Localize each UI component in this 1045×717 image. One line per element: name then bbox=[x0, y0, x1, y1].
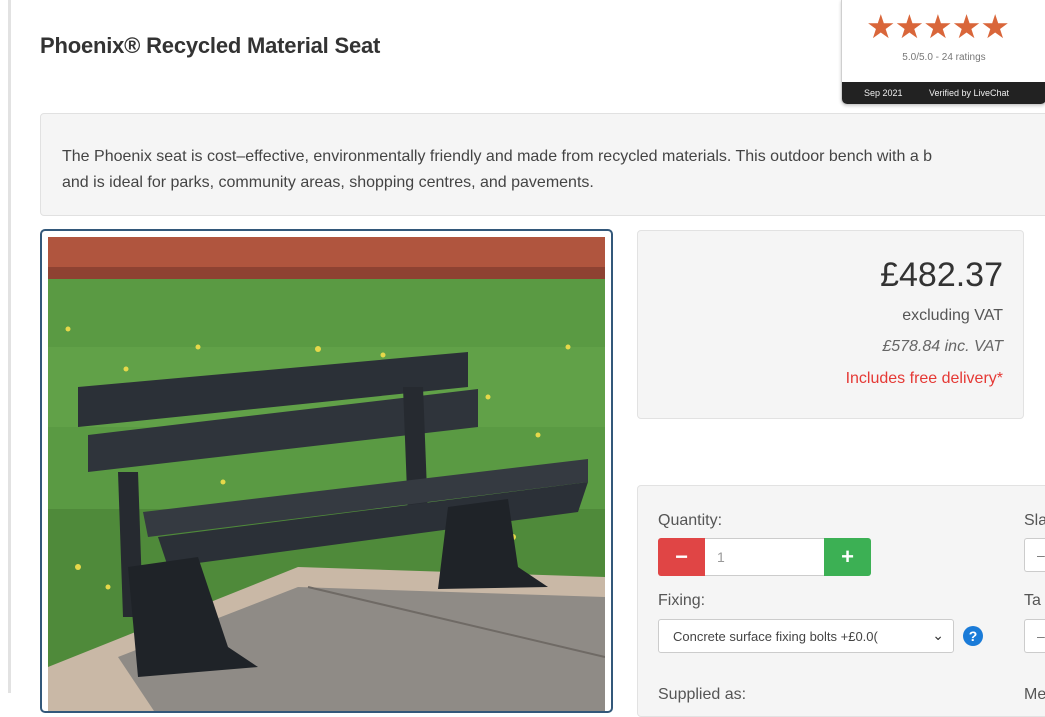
slats-label: Sla bbox=[1024, 512, 1045, 529]
slats-select-value: – bbox=[1037, 547, 1045, 563]
rating-summary: 5.0/5.0 - 24 ratings bbox=[902, 52, 986, 63]
fixing-selected-value: Concrete surface fixing bolts +£0.0( bbox=[673, 629, 878, 644]
material-label: Me bbox=[1024, 686, 1045, 703]
price-inc-vat: £578.84 inc. VAT bbox=[882, 338, 1003, 355]
product-description: The Phoenix seat is cost–effective, envi… bbox=[62, 148, 933, 191]
quantity-increase-button[interactable]: + bbox=[824, 538, 871, 576]
price-panel: £482.37 excluding VAT £578.84 inc. VAT I… bbox=[637, 230, 1024, 419]
tag-label: Ta bbox=[1024, 592, 1041, 609]
rating-verified-label: Verified by LiveChat bbox=[929, 88, 1010, 98]
quantity-input[interactable] bbox=[705, 538, 824, 576]
price-ex-vat: £482.37 bbox=[880, 256, 1003, 294]
options-panel: Quantity: − + Fixing: Concrete surface f… bbox=[637, 485, 1045, 717]
star-rating-icon: ★★★★★ bbox=[866, 8, 1010, 45]
product-title: Phoenix® Recycled Material Seat bbox=[40, 33, 381, 58]
free-delivery-note: Includes free delivery* bbox=[845, 370, 1003, 387]
tag-select-value: – bbox=[1037, 628, 1045, 644]
slats-select[interactable]: – bbox=[1024, 538, 1045, 572]
quantity-decrease-button[interactable]: − bbox=[658, 538, 705, 576]
rating-widget[interactable]: ★★★★★ 5.0/5.0 - 24 ratings Sep 2021 Veri… bbox=[841, 0, 1045, 105]
chevron-down-icon: ⌄ bbox=[932, 627, 944, 643]
supplied-as-label: Supplied as: bbox=[658, 686, 747, 703]
fixing-label: Fixing: bbox=[658, 592, 706, 609]
description-panel: The Phoenix seat is cost–effective, envi… bbox=[40, 113, 1045, 216]
rating-footer: Sep 2021 Verified by LiveChat bbox=[842, 82, 1045, 104]
tag-select[interactable]: – bbox=[1024, 619, 1045, 653]
rating-date: Sep 2021 bbox=[864, 88, 903, 98]
vat-label: excluding VAT bbox=[902, 307, 1003, 324]
help-icon[interactable]: ? bbox=[963, 626, 983, 646]
bench-photo bbox=[48, 237, 605, 711]
quantity-label: Quantity: bbox=[658, 512, 723, 529]
product-image-frame[interactable] bbox=[40, 229, 613, 713]
fixing-select[interactable]: Concrete surface fixing bolts +£0.0( ⌄ bbox=[658, 619, 954, 653]
left-border bbox=[8, 0, 11, 693]
